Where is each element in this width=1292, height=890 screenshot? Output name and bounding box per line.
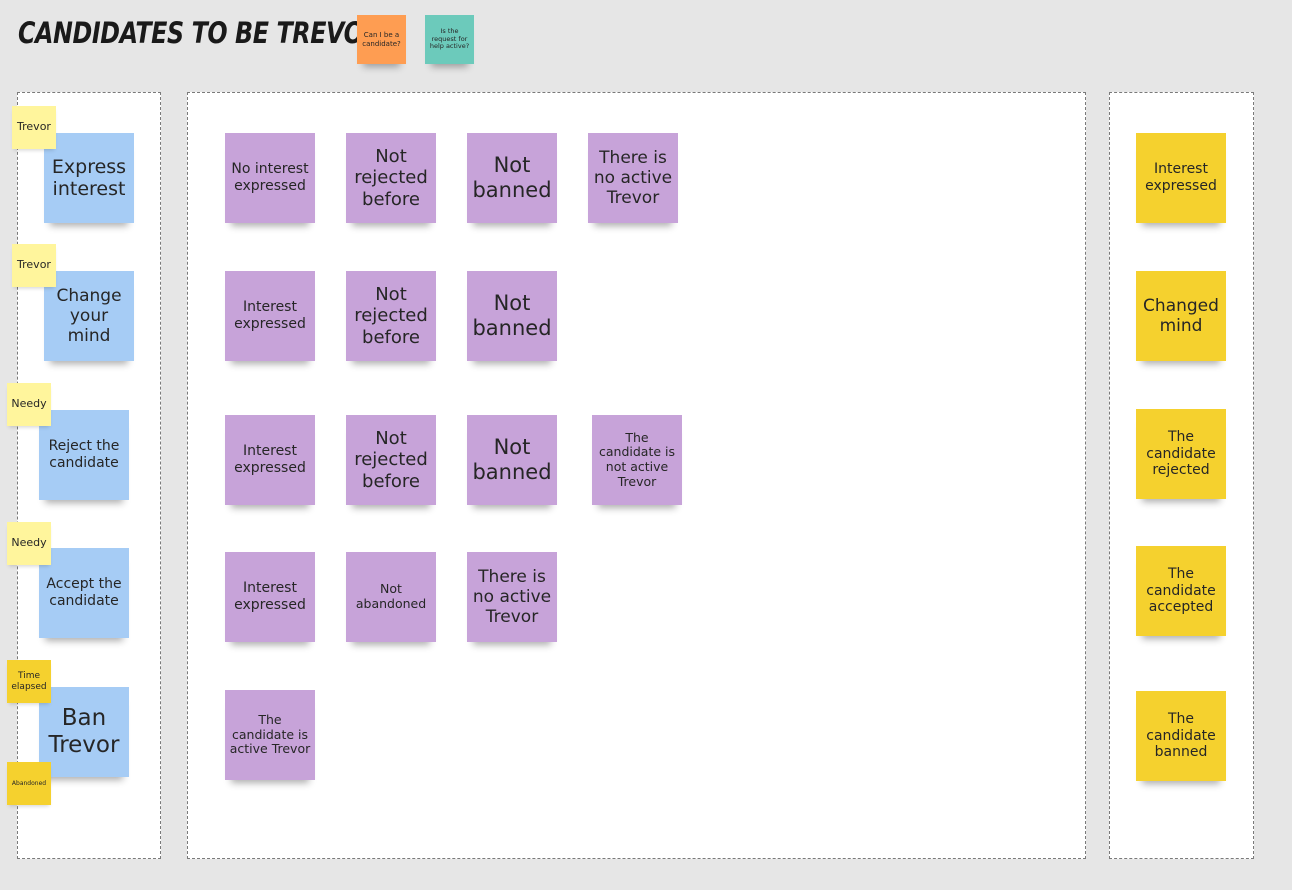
command-reject-candidate[interactable]: Reject the candidate — [39, 410, 129, 500]
rule-label: Not abandoned — [355, 581, 427, 611]
command-ban-trevor[interactable]: Ban Trevor — [39, 687, 129, 777]
event-changed-mind[interactable]: Changed mind — [1136, 271, 1226, 361]
rule-note[interactable]: Not banned — [467, 415, 557, 505]
rule-note[interactable]: The candidate is active Trevor — [225, 690, 315, 780]
rule-note[interactable]: The candidate is not active Trevor — [592, 415, 682, 505]
rule-note[interactable]: Interest expressed — [225, 271, 315, 361]
actor-label: Trevor — [17, 258, 51, 272]
rule-note[interactable]: Not rejected before — [346, 271, 436, 361]
actor-note-time-elapsed[interactable]: Time elapsed — [7, 660, 51, 703]
rule-label: There is no active Trevor — [593, 147, 673, 209]
rule-label: Not rejected before — [354, 428, 428, 492]
event-label: The candidate accepted — [1146, 566, 1216, 616]
board-title: CANDIDATES TO BE TREVOR — [18, 16, 382, 50]
event-label: Changed mind — [1143, 295, 1219, 336]
command-label: Express interest — [51, 155, 127, 200]
command-express-interest[interactable]: Express interest — [44, 133, 134, 223]
event-candidate-banned[interactable]: The candidate banned — [1136, 691, 1226, 781]
legend-note-request-active[interactable]: Is the request for help active? — [425, 15, 474, 64]
event-interest-expressed[interactable]: Interest expressed — [1136, 133, 1226, 223]
actor-label: Needy — [11, 536, 47, 550]
actor-note-trevor[interactable]: Trevor — [12, 106, 56, 149]
actor-label: Abandoned — [11, 779, 47, 787]
rule-label: The candidate is not active Trevor — [598, 429, 675, 489]
rule-note[interactable]: There is no active Trevor — [588, 133, 678, 223]
command-change-your-mind[interactable]: Change your mind — [44, 271, 134, 361]
legend-note-candidate-label: Can I be a candidate? — [362, 31, 401, 48]
rule-label: Interest expressed — [234, 299, 306, 332]
legend-note-candidate[interactable]: Can I be a candidate? — [357, 15, 406, 64]
rule-label: Not banned — [472, 435, 552, 484]
actor-note-abandoned[interactable]: Abandoned — [7, 762, 51, 805]
rule-label: No interest expressed — [231, 161, 309, 194]
rule-note[interactable]: Not banned — [467, 133, 557, 223]
rule-note[interactable]: Not rejected before — [346, 415, 436, 505]
rule-label: Interest expressed — [234, 580, 306, 613]
rule-note[interactable]: Not rejected before — [346, 133, 436, 223]
event-label: Interest expressed — [1145, 161, 1217, 194]
event-label: The candidate rejected — [1146, 429, 1216, 479]
rule-label: Not rejected before — [354, 146, 428, 210]
rule-note[interactable]: Not abandoned — [346, 552, 436, 642]
rule-label: Not banned — [472, 153, 552, 202]
legend-note-request-active-label: Is the request for help active? — [429, 27, 470, 51]
command-label: Reject the candidate — [48, 438, 120, 471]
rule-note[interactable]: Interest expressed — [225, 552, 315, 642]
rule-note[interactable]: Interest expressed — [225, 415, 315, 505]
event-label: The candidate banned — [1146, 711, 1216, 761]
rule-label: Not rejected before — [354, 284, 428, 348]
actor-note-trevor[interactable]: Trevor — [12, 244, 56, 287]
rule-label: Not banned — [472, 291, 552, 340]
actor-note-needy[interactable]: Needy — [7, 522, 51, 565]
actor-label: Trevor — [17, 120, 51, 134]
actor-label: Time elapsed — [11, 670, 47, 692]
rule-note[interactable]: No interest expressed — [225, 133, 315, 223]
actor-note-needy[interactable]: Needy — [7, 383, 51, 426]
actor-label: Needy — [11, 397, 47, 411]
rule-note[interactable]: Not banned — [467, 271, 557, 361]
event-candidate-rejected[interactable]: The candidate rejected — [1136, 409, 1226, 499]
command-label: Accept the candidate — [46, 576, 122, 609]
rule-label: The candidate is active Trevor — [229, 711, 311, 757]
rule-label: Interest expressed — [234, 443, 306, 476]
rule-label: There is no active Trevor — [472, 566, 552, 628]
command-label: Ban Trevor — [48, 704, 120, 758]
event-candidate-accepted[interactable]: The candidate accepted — [1136, 546, 1226, 636]
command-label: Change your mind — [56, 285, 122, 347]
rule-note[interactable]: There is no active Trevor — [467, 552, 557, 642]
command-accept-candidate[interactable]: Accept the candidate — [39, 548, 129, 638]
